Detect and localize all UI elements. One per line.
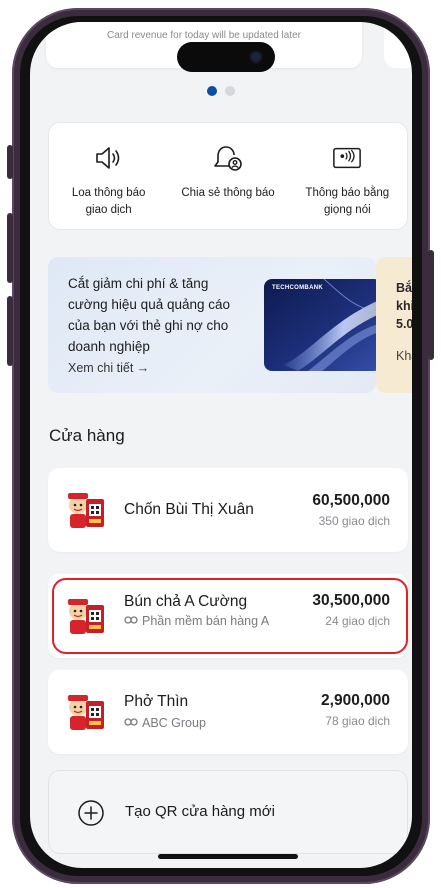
store-amount: 60,500,000 bbox=[312, 492, 390, 509]
speaker-icon bbox=[94, 143, 124, 173]
link-icon bbox=[124, 716, 138, 730]
store-amount: 30,500,000 bbox=[312, 592, 390, 609]
dynamic-island bbox=[177, 42, 275, 72]
volume-down-button bbox=[7, 296, 13, 366]
store-mascot-icon bbox=[62, 591, 110, 639]
store-link: Phần mềm bán hàng A bbox=[124, 614, 269, 628]
store-item[interactable]: Phở Thìn ABC Group 2,900,000 78 giao dịc… bbox=[48, 670, 408, 754]
store-amount: 2,900,000 bbox=[321, 692, 390, 709]
quick-actions: Loa thông báo giao dịch Chia sẻ thông bá… bbox=[48, 122, 408, 230]
store-item[interactable]: Chốn Bùi Thị Xuân 60,500,000 350 giao dị… bbox=[48, 468, 408, 552]
volume-up-button bbox=[7, 213, 13, 283]
store-link-label: ABC Group bbox=[142, 716, 206, 730]
store-name: Bún chả A Cường bbox=[124, 593, 248, 610]
store-link-label: Phần mềm bán hàng A bbox=[142, 614, 270, 628]
action-label: Thông báo bằng giọng nói bbox=[305, 187, 390, 216]
store-link: ABC Group bbox=[124, 716, 206, 730]
action-voice-notification[interactable]: Thông báo bằng giọng nói bbox=[288, 123, 407, 229]
home-indicator[interactable] bbox=[158, 854, 298, 859]
store-transaction-count: 78 giao dịch bbox=[325, 714, 390, 728]
revenue-note: Card revenue for today will be updated l… bbox=[106, 30, 301, 41]
action-label: Chia sẻ thông báo bbox=[181, 187, 275, 199]
section-title-stores: Cửa hàng bbox=[49, 426, 125, 445]
voice-card-icon bbox=[332, 143, 362, 173]
store-mascot-icon bbox=[62, 485, 110, 533]
store-item[interactable]: Bún chả A Cường Phần mềm bán hàng A 30,5… bbox=[48, 574, 408, 658]
action-share-notification[interactable]: Chia sẻ thông báo bbox=[168, 123, 287, 229]
create-store-label: Tạo QR cửa hàng mới bbox=[125, 803, 275, 820]
link-icon bbox=[124, 614, 138, 628]
promo-banner[interactable]: Cắt giảm chi phí & tăng cường hiệu quả q… bbox=[48, 257, 376, 393]
camera-icon bbox=[251, 52, 261, 62]
card-brand: TECHCOMBANK bbox=[272, 285, 323, 291]
debit-card-image: TECHCOMBANK bbox=[264, 279, 376, 371]
promo-text: Cắt giảm chi phí & tăng cường hiệu quả q… bbox=[68, 276, 231, 354]
plus-circle-icon bbox=[77, 799, 105, 827]
promo-banner-next[interactable]: Bắt khi 5.00 Khá bbox=[376, 257, 412, 393]
store-transaction-count: 350 giao dịch bbox=[318, 514, 390, 528]
store-mascot-icon bbox=[62, 687, 110, 735]
revenue-card-next[interactable] bbox=[384, 22, 412, 68]
store-transaction-count: 24 giao dịch bbox=[325, 614, 390, 628]
promo2-sub: Khá bbox=[396, 349, 412, 363]
store-name: Chốn Bùi Thị Xuân bbox=[124, 501, 254, 518]
carousel-dot[interactable] bbox=[225, 86, 235, 96]
create-store-qr-button[interactable]: Tạo QR cửa hàng mới bbox=[48, 770, 408, 854]
silent-switch bbox=[7, 145, 13, 179]
action-label: Loa thông báo giao dịch bbox=[71, 187, 146, 216]
carousel-dot-active[interactable] bbox=[207, 86, 217, 96]
store-name: Phở Thìn bbox=[124, 693, 189, 710]
promo-more-link[interactable]: Xem chi tiết → bbox=[68, 361, 149, 375]
carousel-dots bbox=[30, 86, 412, 96]
power-button bbox=[428, 250, 434, 360]
share-bell-icon bbox=[213, 143, 243, 173]
screen: Card revenue for today will be updated l… bbox=[30, 22, 412, 868]
promo2-text: Bắt khi 5.00 bbox=[396, 281, 412, 331]
action-transaction-speaker[interactable]: Loa thông báo giao dịch bbox=[49, 123, 168, 229]
